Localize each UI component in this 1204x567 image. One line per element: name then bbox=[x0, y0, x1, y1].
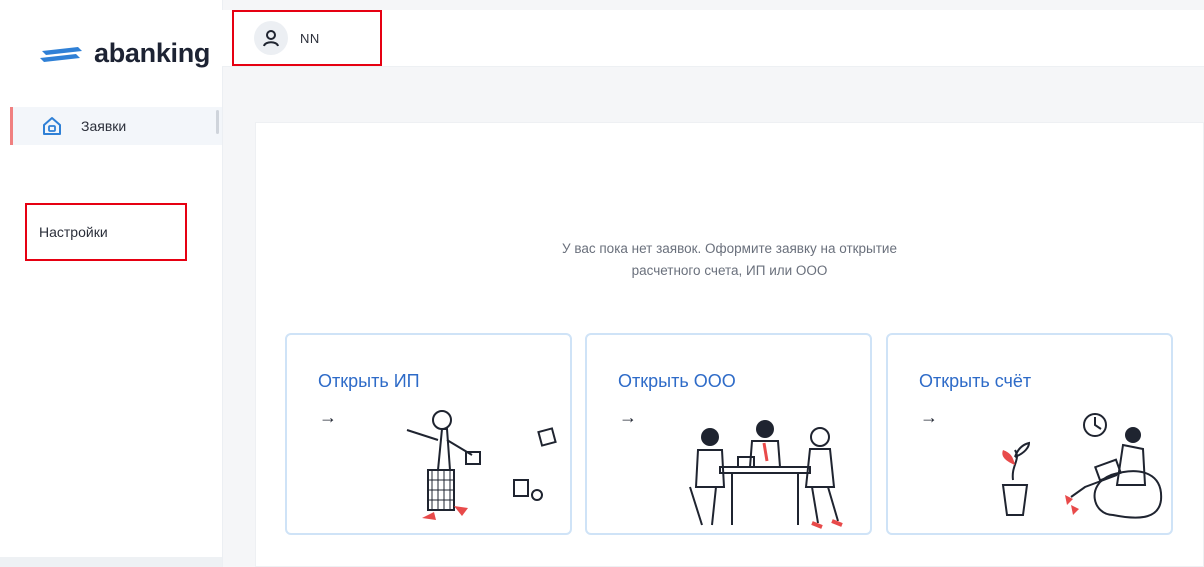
user-profile-button[interactable]: NN bbox=[232, 10, 382, 66]
arrow-right-icon: → bbox=[619, 407, 637, 427]
home-icon bbox=[43, 117, 61, 135]
sidebar: abanking Заявки Настройки bbox=[0, 0, 223, 567]
logo-mark-icon bbox=[40, 46, 82, 62]
sidebar-item-label: Заявки bbox=[81, 118, 127, 134]
empty-state-line-1: У вас пока нет заявок. Оформите заявку н… bbox=[562, 241, 897, 256]
open-account-card[interactable]: Открыть счёт → bbox=[886, 333, 1173, 535]
walking-person-illustration-icon bbox=[406, 410, 557, 520]
open-ooo-card[interactable]: Открыть ООО → bbox=[585, 333, 872, 535]
sidebar-item-requests[interactable]: Заявки bbox=[10, 107, 222, 145]
sidebar-item-settings[interactable]: Настройки bbox=[25, 203, 187, 261]
user-icon bbox=[263, 30, 279, 47]
avatar bbox=[254, 21, 288, 55]
scrollbar-thumb[interactable] bbox=[216, 110, 219, 134]
app-logo[interactable]: abanking bbox=[38, 38, 210, 69]
arrow-right-icon: → bbox=[319, 407, 337, 427]
card-title: Открыть счёт bbox=[919, 371, 1032, 391]
empty-state-message: У вас пока нет заявок. Оформите заявку н… bbox=[255, 238, 1204, 282]
card-title: Открыть ООО bbox=[618, 371, 736, 391]
sidebar-footer bbox=[0, 557, 222, 567]
logo-text: abanking bbox=[94, 38, 211, 68]
card-title: Открыть ИП bbox=[318, 371, 420, 391]
empty-state-line-2: расчетного счета, ИП или ООО bbox=[631, 263, 828, 278]
team-meeting-illustration-icon bbox=[689, 420, 843, 529]
relaxing-person-illustration-icon bbox=[1001, 413, 1163, 519]
sidebar-item-label: Настройки bbox=[39, 224, 108, 240]
open-ip-card[interactable]: Открыть ИП → bbox=[285, 333, 572, 535]
user-name: NN bbox=[300, 30, 320, 46]
arrow-right-icon: → bbox=[920, 407, 938, 427]
